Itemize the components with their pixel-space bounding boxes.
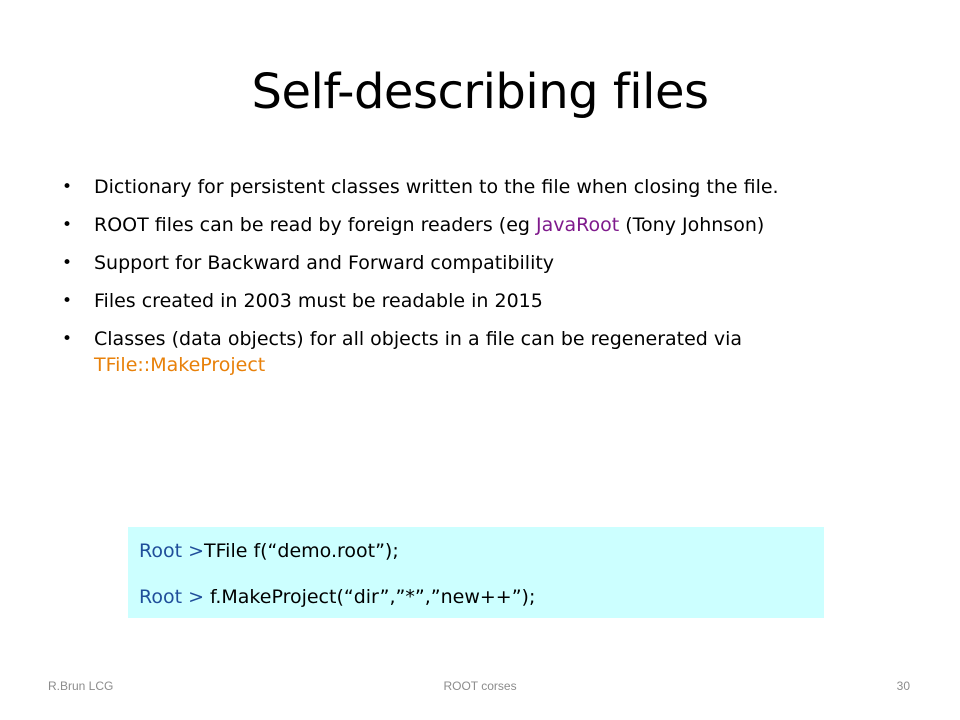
bullet-item: • ROOT files can be read by foreign read… <box>62 212 912 238</box>
bullet-item: • Classes (data objects) for all objects… <box>62 326 912 378</box>
bullet-text: Files created in 2003 must be readable i… <box>94 290 543 312</box>
slide-number: 30 <box>896 679 910 693</box>
bullet-text: Classes (data objects) for all objects i… <box>94 328 743 350</box>
bullet-text: Dictionary for persistent classes writte… <box>94 176 779 198</box>
bullet-item: • Dictionary for persistent classes writ… <box>62 174 912 200</box>
bullet-item: • Files created in 2003 must be readable… <box>62 288 912 314</box>
code-line-2: Root > f.MakeProject(“dir”,”*”,”new++”); <box>139 584 535 610</box>
bullet-dot-icon: • <box>62 329 73 349</box>
bullet-list: • Dictionary for persistent classes writ… <box>62 174 912 390</box>
bullet-item: • Support for Backward and Forward compa… <box>62 250 912 276</box>
makeproject-highlight: TFile::MakeProject <box>94 354 266 376</box>
footer-author: R.Brun LCG <box>48 679 114 693</box>
code-text: f.MakeProject(“dir”,”*”,”new++”); <box>210 586 536 608</box>
bullet-text: Support for Backward and Forward compati… <box>94 252 555 274</box>
bullet-dot-icon: • <box>62 253 73 273</box>
slide-title: Self-describing files <box>251 64 709 120</box>
bullet-text: ROOT files can be read by foreign reader… <box>94 214 537 236</box>
root-prompt: Root > <box>139 586 211 608</box>
bullet-dot-icon: • <box>62 177 73 197</box>
code-example-box: Root >TFile f(“demo.root”); Root > f.Mak… <box>128 527 824 618</box>
javaroot-highlight: JavaRoot <box>536 214 620 236</box>
footer-center-text: ROOT corses <box>443 679 517 693</box>
bullet-dot-icon: • <box>62 215 73 235</box>
code-text: TFile f(“demo.root”); <box>204 540 399 562</box>
root-prompt: Root > <box>139 540 205 562</box>
bullet-dot-icon: • <box>62 291 73 311</box>
code-line-1: Root >TFile f(“demo.root”); <box>139 538 399 564</box>
bullet-text: (Tony Johnson) <box>619 214 765 236</box>
